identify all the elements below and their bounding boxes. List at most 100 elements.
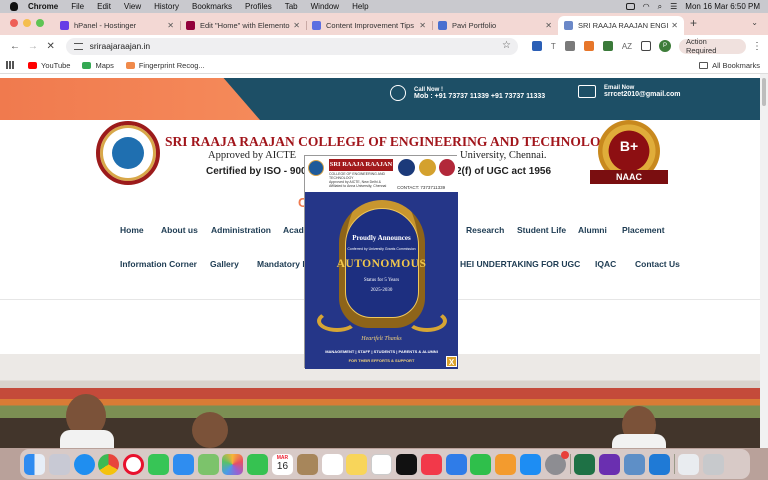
bookmark-youtube[interactable]: YouTube <box>28 61 70 70</box>
call-now-block[interactable]: Call Now ! Mob : +91 73737 11339 +91 737… <box>390 85 545 101</box>
notes-icon[interactable] <box>346 453 368 475</box>
email-now-block[interactable]: Email Now srrcet2010@gmail.com <box>578 85 680 98</box>
search-icon[interactable]: ⌕ <box>658 2 662 12</box>
site-info-icon[interactable] <box>73 42 83 50</box>
nav-information-corner[interactable]: Information Corner <box>120 259 197 269</box>
tab-close-icon[interactable]: ✕ <box>419 21 426 30</box>
popup-close-button[interactable]: X <box>446 356 457 367</box>
autonomous-announcement-popup[interactable]: SRI RAAJA RAAJAN COLLEGE OF ENGINEERING … <box>304 155 458 369</box>
page-scrollbar[interactable] <box>760 74 768 448</box>
menu-view[interactable]: View <box>124 2 141 11</box>
new-tab-button[interactable]: + <box>684 16 705 35</box>
clock[interactable]: Mon 16 Mar 6:50 PM <box>685 2 760 11</box>
nav-mandatory-disclosure[interactable]: Mandatory D <box>257 259 308 269</box>
url-text[interactable]: sriraajaraajan.in <box>90 41 150 51</box>
address-bar[interactable]: sriraajaraajan.in ☆ <box>65 37 518 55</box>
tab-hpanel[interactable]: hPanel - Hostinger ✕ <box>54 16 180 35</box>
menu-help[interactable]: Help <box>352 2 368 11</box>
menu-tab[interactable]: Tab <box>285 2 298 11</box>
finder-icon[interactable] <box>24 453 45 475</box>
menu-app-name[interactable]: Chrome <box>28 2 58 11</box>
back-arrow-icon[interactable]: ← <box>6 41 24 52</box>
nav-home[interactable]: Home <box>120 225 144 235</box>
pages-icon[interactable] <box>495 453 517 475</box>
safari-icon[interactable] <box>73 453 95 475</box>
tab-close-icon[interactable]: ✕ <box>671 21 678 30</box>
trash-icon[interactable] <box>703 453 725 475</box>
control-center-icon[interactable]: ☰ <box>670 2 677 11</box>
nav-contact-us[interactable]: Contact Us <box>635 259 680 269</box>
more-menu-icon[interactable]: ⋮ <box>752 41 762 52</box>
nav-administration[interactable]: Administration <box>211 225 271 235</box>
facetime-icon[interactable] <box>247 453 269 475</box>
vscode-icon[interactable] <box>648 453 670 475</box>
menu-bookmarks[interactable]: Bookmarks <box>192 2 232 11</box>
nav-gallery[interactable]: Gallery <box>210 259 239 269</box>
menu-window[interactable]: Window <box>311 2 339 11</box>
zoom-window-button[interactable] <box>36 19 44 27</box>
stop-loading-icon[interactable]: ✕ <box>42 41 60 52</box>
tab-close-icon[interactable]: ✕ <box>167 21 174 30</box>
bookmark-fingerprint[interactable]: Fingerprint Recog... <box>125 61 205 70</box>
freeform-icon[interactable] <box>371 453 393 475</box>
tab-close-icon[interactable]: ✕ <box>293 21 300 30</box>
nav-academics[interactable]: Acad <box>283 225 304 235</box>
nav-hei-undertaking[interactable]: HEI UNDERTAKING FOR UGC <box>460 259 580 269</box>
notes-brown-icon[interactable] <box>296 453 318 475</box>
tab-elementor[interactable]: Edit "Home" with Elementor ✕ <box>180 16 306 35</box>
puzzle-extensions-icon[interactable] <box>641 41 652 51</box>
translate-extension-icon[interactable]: AZ <box>622 42 632 51</box>
nav-iqac[interactable]: IQAC <box>595 259 616 269</box>
nav-student-life[interactable]: Student Life <box>517 225 566 235</box>
tab-close-icon[interactable]: ✕ <box>545 21 552 30</box>
nav-alumni[interactable]: Alumni <box>578 225 607 235</box>
text-extension-icon[interactable]: T <box>551 42 556 51</box>
apple-icon[interactable] <box>10 2 18 11</box>
opera-icon[interactable] <box>123 453 145 475</box>
bookmark-maps[interactable]: Maps <box>82 61 114 70</box>
profile-avatar[interactable]: P <box>659 40 671 52</box>
chrome-icon[interactable] <box>98 453 120 475</box>
all-bookmarks-button[interactable]: All Bookmarks <box>699 61 760 70</box>
menu-profiles[interactable]: Profiles <box>245 2 272 11</box>
battery-icon[interactable] <box>625 3 635 10</box>
preview-icon[interactable] <box>623 453 645 475</box>
menu-history[interactable]: History <box>154 2 179 11</box>
nav-about-us[interactable]: About us <box>161 225 198 235</box>
downloads-stack-icon[interactable] <box>678 453 700 475</box>
messages-icon[interactable] <box>147 453 169 475</box>
tab-pavi-portfolio[interactable]: Pavi Portfolio ✕ <box>432 16 558 35</box>
photos-icon[interactable] <box>222 453 244 475</box>
menu-edit[interactable]: Edit <box>97 2 111 11</box>
affinity-icon[interactable] <box>599 453 621 475</box>
numbers-icon[interactable] <box>470 453 492 475</box>
reminders-icon[interactable] <box>321 453 343 475</box>
nav-research[interactable]: Research <box>466 225 504 235</box>
tab-sri-raaja-raajan[interactable]: SRI RAAJA RAAJAN ENGINE ✕ <box>558 16 684 35</box>
extension-icon[interactable] <box>583 41 594 51</box>
nav-placement[interactable]: Placement <box>622 225 665 235</box>
action-required-button[interactable]: Action Required <box>678 37 747 55</box>
extension-icon[interactable] <box>564 41 575 51</box>
tab-search-chevron-icon[interactable]: ⌄ <box>751 18 758 27</box>
maps-icon[interactable] <box>197 453 219 475</box>
wifi-icon[interactable]: ◠ <box>643 2 650 11</box>
menu-file[interactable]: File <box>71 2 84 11</box>
tab-content-tips[interactable]: Content Improvement Tips ✕ <box>306 16 432 35</box>
mail-icon[interactable] <box>172 453 194 475</box>
extension-icon[interactable] <box>531 41 542 51</box>
appstore-icon[interactable] <box>519 453 541 475</box>
bookmark-star-icon[interactable]: ☆ <box>502 40 511 51</box>
excel-icon[interactable] <box>574 453 596 475</box>
keynote-icon[interactable] <box>445 453 467 475</box>
apps-grid-icon[interactable] <box>6 61 14 69</box>
calendar-icon[interactable]: MAR 16 <box>271 453 293 475</box>
music-icon[interactable] <box>420 453 442 475</box>
close-window-button[interactable] <box>10 19 18 27</box>
settings-icon[interactable] <box>544 450 569 475</box>
launchpad-icon[interactable] <box>48 453 70 475</box>
minimize-window-button[interactable] <box>23 19 31 27</box>
forward-arrow-icon[interactable]: → <box>24 41 42 52</box>
appletv-icon[interactable] <box>395 453 417 475</box>
extension-icon[interactable] <box>602 41 613 51</box>
